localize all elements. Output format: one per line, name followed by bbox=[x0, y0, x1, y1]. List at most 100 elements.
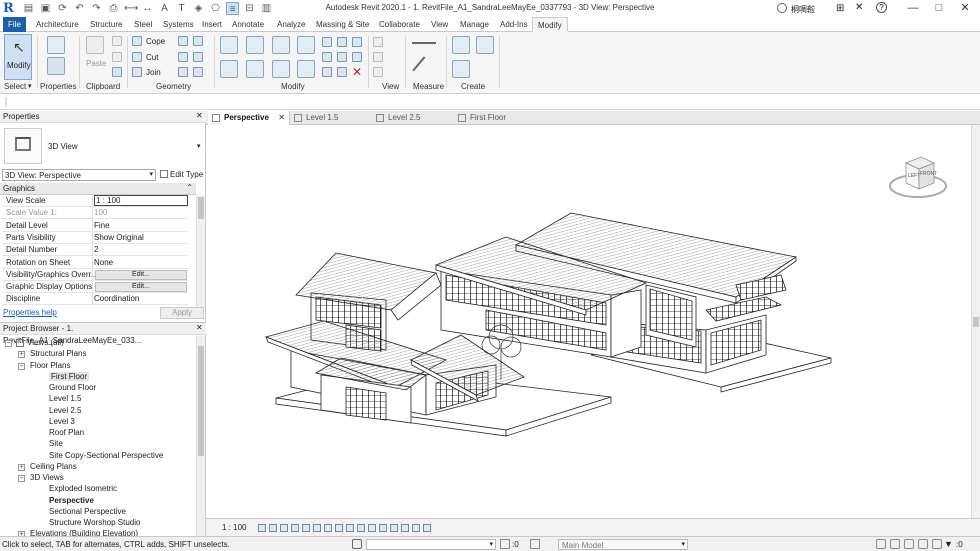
tab-add-ins[interactable]: Add-Ins bbox=[495, 17, 533, 32]
view-scale[interactable]: 1 : 100 bbox=[222, 523, 246, 532]
pin-icon[interactable] bbox=[352, 37, 362, 47]
tab-steel[interactable]: Steel bbox=[129, 17, 157, 32]
design-options-icon[interactable] bbox=[530, 539, 540, 549]
properties-close-icon[interactable]: ✕ bbox=[196, 111, 203, 120]
rotate-icon[interactable] bbox=[272, 60, 290, 78]
delete-icon[interactable]: ✕ bbox=[352, 65, 362, 79]
demolish-icon[interactable] bbox=[178, 67, 188, 77]
temporary-view-icon[interactable] bbox=[368, 524, 376, 532]
offset-icon[interactable] bbox=[246, 36, 264, 54]
tab-collaborate[interactable]: Collaborate bbox=[374, 17, 425, 32]
align-icon[interactable] bbox=[220, 36, 238, 54]
tab-architecture[interactable]: Architecture bbox=[31, 17, 84, 32]
worksets-icon[interactable] bbox=[352, 539, 362, 549]
cart-icon[interactable]: ⊞ bbox=[836, 3, 844, 14]
apply-button[interactable]: Apply bbox=[160, 307, 204, 319]
type-name[interactable]: 3D View bbox=[48, 142, 78, 151]
cope-label[interactable]: Cope bbox=[146, 37, 165, 46]
collapse-icon[interactable]: − bbox=[5, 340, 12, 347]
mirror-draw-icon[interactable] bbox=[297, 36, 315, 54]
trim-extend-icon[interactable] bbox=[297, 60, 315, 78]
property-row[interactable]: Parts Visibility Show Original bbox=[2, 231, 188, 244]
trim-multiple-icon[interactable] bbox=[337, 67, 347, 77]
browser-item[interactable]: Structural Plans bbox=[30, 349, 86, 358]
scale-icon[interactable] bbox=[337, 52, 347, 62]
reveal-hidden-icon[interactable] bbox=[357, 524, 365, 532]
select-underlay-icon[interactable] bbox=[890, 539, 900, 549]
browser-item[interactable]: Level 2.5 bbox=[49, 406, 81, 415]
join-label[interactable]: Join bbox=[146, 68, 161, 77]
property-edit-button[interactable]: Edit... bbox=[95, 282, 187, 293]
browser-item[interactable]: Level 3 bbox=[49, 417, 75, 426]
remove-paint-icon[interactable] bbox=[193, 52, 203, 62]
measure-between-icon[interactable] bbox=[412, 42, 436, 44]
browser-item[interactable]: 3D Views bbox=[30, 473, 64, 482]
modify-tool-button[interactable]: ↖ Modify bbox=[4, 34, 32, 80]
expand-icon[interactable]: + bbox=[18, 463, 25, 471]
viewcube-front-face[interactable]: FRONT bbox=[920, 171, 937, 177]
property-value[interactable]: 2 bbox=[94, 245, 98, 254]
type-properties-icon[interactable] bbox=[47, 36, 65, 54]
paint-icon[interactable] bbox=[193, 36, 203, 46]
tab-massing-site[interactable]: Massing & Site bbox=[311, 17, 374, 32]
browser-item[interactable]: Ceiling Plans bbox=[30, 462, 77, 471]
tab-view[interactable]: View bbox=[426, 17, 453, 32]
browser-item[interactable]: Exploded Isometric bbox=[49, 484, 117, 493]
type-selector-arrow-icon[interactable]: ▾ bbox=[197, 142, 201, 150]
match-properties-icon[interactable] bbox=[112, 67, 122, 77]
trim-single-icon[interactable] bbox=[322, 67, 332, 77]
analytical-model-icon[interactable] bbox=[390, 524, 398, 532]
tab-file[interactable]: File bbox=[3, 17, 26, 32]
workset-dropdown[interactable]: ▾ bbox=[366, 539, 496, 550]
browser-item[interactable]: Site Copy-Sectional Perspective bbox=[49, 451, 163, 460]
property-value[interactable]: None bbox=[94, 258, 113, 267]
split-face-icon[interactable] bbox=[178, 36, 188, 46]
cut-geometry-icon[interactable] bbox=[132, 52, 142, 62]
select-by-face-icon[interactable] bbox=[918, 539, 928, 549]
view-cube[interactable]: LEFT FRONT bbox=[888, 153, 948, 203]
tab-structure[interactable]: Structure bbox=[85, 17, 127, 32]
override-graphics-icon[interactable] bbox=[373, 52, 383, 62]
browser-item[interactable]: Level 1.5 bbox=[49, 394, 81, 403]
tab-modify[interactable]: Modify bbox=[532, 17, 568, 32]
tab-manage[interactable]: Manage bbox=[455, 17, 494, 32]
split-element-icon[interactable] bbox=[322, 37, 332, 47]
browser-item[interactable]: Floor Plans bbox=[30, 361, 70, 370]
join-icon[interactable] bbox=[132, 67, 142, 77]
detail-level-icon[interactable] bbox=[258, 524, 266, 532]
property-edit-button[interactable]: Edit... bbox=[95, 269, 187, 280]
mirror-pick-icon[interactable] bbox=[272, 36, 290, 54]
building-3d-view[interactable] bbox=[206, 125, 980, 518]
properties-scrollbar[interactable] bbox=[196, 195, 205, 307]
tab-annotate[interactable]: Annotate bbox=[227, 17, 269, 32]
property-value[interactable]: 1 : 100 bbox=[94, 195, 188, 206]
property-row[interactable]: Rotation on Sheet None bbox=[2, 256, 188, 269]
unpin-icon[interactable] bbox=[352, 52, 362, 62]
property-value[interactable]: Show Original bbox=[94, 233, 144, 242]
property-row[interactable]: Scale Value 1: 100 bbox=[2, 207, 188, 220]
move-icon[interactable] bbox=[220, 60, 238, 78]
cope-icon[interactable] bbox=[132, 36, 142, 46]
create-parts-icon[interactable] bbox=[452, 36, 470, 54]
browser-item[interactable]: Roof Plan bbox=[49, 428, 84, 437]
property-row[interactable]: Detail Number 2 bbox=[2, 244, 188, 257]
select-panel-label[interactable]: Select bbox=[4, 82, 26, 91]
view-tab[interactable]: Level 1.5 bbox=[290, 111, 372, 125]
aligned-dimension-icon[interactable] bbox=[412, 56, 438, 82]
exchange-icon[interactable]: ✕ bbox=[855, 2, 863, 13]
browser-scrollbar[interactable] bbox=[196, 336, 205, 539]
property-row[interactable]: Detail Level Fine bbox=[2, 219, 188, 232]
browser-item[interactable]: Perspective bbox=[49, 496, 94, 505]
array-icon[interactable] bbox=[322, 52, 332, 62]
property-value[interactable]: Coordination bbox=[94, 294, 139, 303]
graphics-group-header[interactable]: Graphics ⌃ bbox=[0, 183, 196, 195]
constraints-icon[interactable] bbox=[401, 524, 409, 532]
visual-style-icon[interactable] bbox=[269, 524, 277, 532]
browser-item[interactable]: Sectional Perspective bbox=[49, 507, 126, 516]
user-name[interactable]: 桐啁鞡 bbox=[791, 4, 815, 15]
linework-icon[interactable] bbox=[373, 67, 383, 77]
drag-elements-icon[interactable] bbox=[932, 539, 942, 549]
expand-icon[interactable]: + bbox=[18, 351, 25, 359]
filter-icon[interactable]: ▼ bbox=[944, 539, 953, 549]
help-icon[interactable]: ? bbox=[876, 2, 887, 13]
